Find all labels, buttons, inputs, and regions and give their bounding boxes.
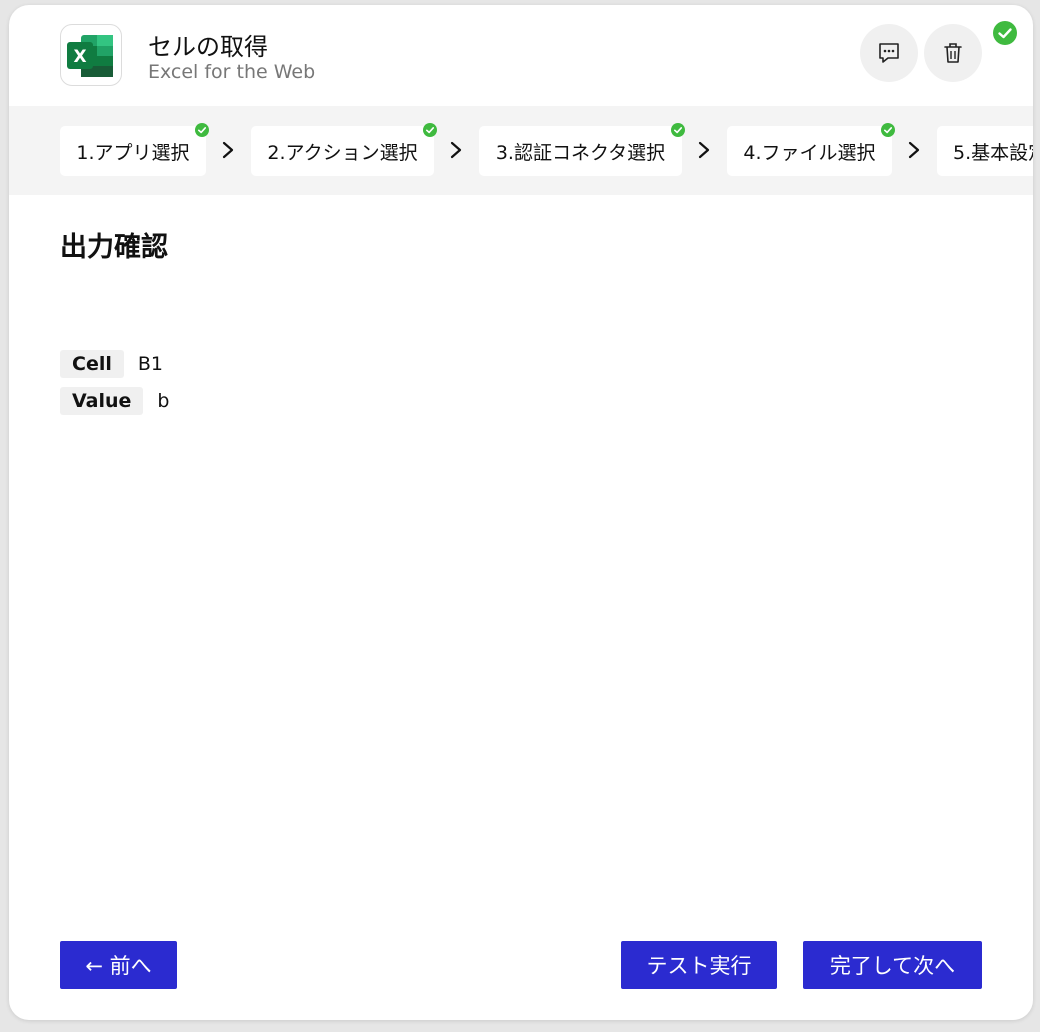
app-name: Excel for the Web bbox=[148, 61, 316, 83]
page-title: セルの取得 bbox=[148, 33, 268, 61]
check-circle-icon bbox=[881, 123, 895, 137]
excel-icon: X bbox=[67, 35, 113, 77]
step-label: 4.ファイル選択 bbox=[743, 141, 876, 164]
step-label: 2.アクション選択 bbox=[267, 141, 418, 164]
step-label: 5.基本設定 bbox=[953, 141, 1033, 164]
step-1[interactable]: 1.アプリ選択 bbox=[60, 123, 209, 176]
delete-button[interactable] bbox=[924, 24, 982, 82]
step-5[interactable]: 5.基本設定 bbox=[937, 126, 1033, 176]
chevron-right-icon bbox=[222, 141, 234, 159]
editor-panel: X セルの取得 Excel for the Web 1.アプリ選択 2.アクショ… bbox=[9, 5, 1033, 1020]
output-row-cell: Cell B1 bbox=[60, 350, 163, 378]
step-2[interactable]: 2.アクション選択 bbox=[251, 123, 437, 176]
comment-button[interactable] bbox=[860, 24, 918, 82]
check-circle-icon bbox=[671, 123, 685, 137]
step-navigation: 1.アプリ選択 2.アクション選択 3.認証コネクタ選択 4.ファイル選択 5.… bbox=[9, 106, 1033, 195]
test-run-button[interactable]: テスト実行 bbox=[621, 941, 777, 989]
check-circle-icon bbox=[993, 21, 1017, 45]
step-label: 3.認証コネクタ選択 bbox=[495, 141, 666, 164]
chevron-right-icon bbox=[450, 141, 462, 159]
section-title: 出力確認 bbox=[60, 232, 168, 263]
step-label: 1.アプリ選択 bbox=[76, 141, 190, 164]
prev-button[interactable]: ← 前へ bbox=[60, 941, 177, 989]
svg-text:X: X bbox=[73, 47, 86, 67]
output-value: B1 bbox=[137, 353, 163, 375]
chevron-right-icon bbox=[908, 141, 920, 159]
step-3[interactable]: 3.認証コネクタ選択 bbox=[479, 123, 685, 176]
check-circle-icon bbox=[423, 123, 437, 137]
output-row-value: Value b bbox=[60, 387, 169, 415]
step-4[interactable]: 4.ファイル選択 bbox=[727, 123, 895, 176]
complete-next-button[interactable]: 完了して次へ bbox=[803, 941, 982, 989]
chevron-right-icon bbox=[698, 141, 710, 159]
output-key: Value bbox=[60, 387, 144, 415]
header: X セルの取得 Excel for the Web bbox=[9, 5, 1033, 106]
output-value: b bbox=[157, 390, 170, 412]
comment-icon bbox=[879, 43, 899, 63]
app-icon-container: X bbox=[60, 24, 122, 86]
trash-icon bbox=[944, 43, 962, 63]
output-key: Cell bbox=[60, 350, 124, 378]
check-circle-icon bbox=[195, 123, 209, 137]
